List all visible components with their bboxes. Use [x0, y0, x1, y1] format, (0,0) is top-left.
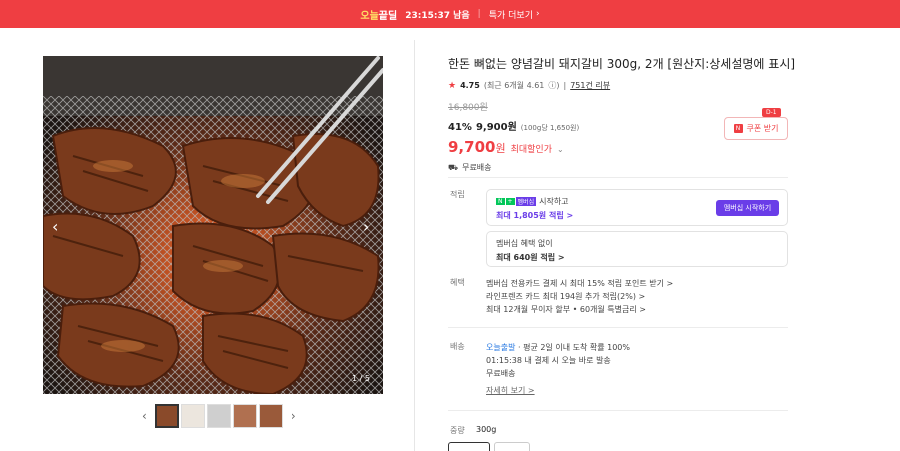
thumbnail-5[interactable] — [258, 404, 283, 428]
divider: | — [477, 9, 481, 19]
weight-section-label: 중량 — [450, 426, 465, 435]
image-counter: 1 / 5 — [352, 374, 370, 383]
selected-weight: 300g — [476, 425, 497, 434]
benefit-item[interactable]: 라인프렌즈 카드 최대 194원 추가 적립(2%) > — [486, 290, 673, 303]
membership-badge: 멤버십 — [515, 197, 537, 206]
points-section-label: 적립 — [450, 190, 465, 199]
coupon-button[interactable]: N 쿠폰 받기 — [724, 117, 788, 140]
delivery-info: 오늘출발 · 평균 2일 이내 도착 확률 100% 01:15:38 내 결제… — [486, 341, 630, 397]
review-count-link[interactable]: 751건 리뷰 — [570, 80, 610, 91]
thumbnail-prev-arrow[interactable]: ‹ — [142, 409, 147, 423]
final-price-row: 9,700원 최대할인가 ⌄ — [448, 138, 788, 156]
chevron-right-icon: › — [535, 9, 540, 19]
divider: | — [563, 81, 567, 90]
rating-score: 4.75 — [460, 81, 480, 90]
delivery-line-3: 무료배송 — [486, 369, 516, 378]
npay-plus-logo: N + 멤버십 — [496, 197, 537, 206]
section-divider — [448, 410, 788, 411]
membership-start-row: N + 멤버십 시작하고 — [496, 196, 569, 207]
non-member-points-box: 멤버십 혜택 없이 최대 640원 적립 > — [486, 231, 788, 267]
final-price: 9,700 — [448, 138, 496, 156]
weight-option-selected[interactable] — [448, 442, 490, 451]
section-divider — [448, 327, 788, 328]
deal-suffix: 끝딜 — [378, 10, 398, 22]
thumbnail-next-arrow[interactable]: › — [291, 409, 296, 423]
thumbnail-1[interactable] — [154, 404, 179, 428]
delivery-probability: · 평균 2일 이내 도착 확률 100% — [515, 343, 630, 352]
rating-row: ★ 4.75 (최근 6개월 4.61 ⓘ) | 751건 리뷰 — [448, 80, 788, 91]
coupon-label: 쿠폰 받기 — [746, 124, 779, 133]
plus-sign: + — [505, 198, 515, 205]
image-prev-arrow[interactable]: ‹ — [52, 217, 58, 236]
membership-points-box: N + 멤버십 시작하고 최대 1,805원 적립 > 멤버십 시작하기 — [486, 189, 788, 226]
chevron-down-icon[interactable]: ⌄ — [557, 145, 564, 154]
weight-option[interactable] — [494, 442, 530, 451]
discount-percent: 41% — [448, 122, 472, 133]
truck-icon: ⛟ — [448, 162, 459, 172]
deal-prefix: 오늘 — [360, 10, 379, 22]
thumbnail-4[interactable] — [232, 404, 257, 428]
more-deals-link[interactable]: 특가 더보기 › — [489, 8, 540, 21]
delivery-line-2: 01:15:38 내 결제 시 오늘 바로 발송 — [486, 356, 611, 365]
delivery-section-label: 배송 — [450, 342, 465, 351]
non-member-points-link[interactable]: 최대 640원 적립 > — [496, 252, 565, 263]
info-icon[interactable]: ⓘ) — [548, 80, 559, 91]
final-price-label[interactable]: 최대할인가 — [511, 142, 552, 155]
benefits-section-label: 혜택 — [450, 278, 465, 287]
today-deal-label: 오늘끝딜 — [360, 7, 397, 22]
non-member-text: 멤버십 혜택 없이 — [496, 239, 553, 248]
rating-detail: (최근 6개월 4.61 — [483, 81, 545, 90]
product-title: 한돈 뼈없는 양념갈비 돼지갈비 300g, 2개 [원산지:상세설명에 표시] — [448, 57, 796, 71]
thumbnail-2[interactable] — [180, 404, 205, 428]
column-divider — [414, 40, 415, 451]
delivery-details-link[interactable]: 자세히 보기 > — [486, 384, 630, 397]
more-deals-label: 특가 더보기 — [488, 10, 533, 21]
product-info: 한돈 뼈없는 양념갈비 돼지갈비 300g, 2개 [원산지:상세설명에 표시]… — [448, 55, 796, 173]
star-icon: ★ — [448, 80, 457, 91]
today-dispatch-label: 오늘출발 — [486, 343, 516, 352]
section-divider — [448, 177, 788, 178]
image-next-arrow[interactable]: › — [363, 217, 369, 236]
start-membership-button[interactable]: 멤버십 시작하기 — [716, 200, 779, 216]
benefits-list: 멤버십 전용카드 결제 시 최대 15% 적립 포인트 받기 > 라인프렌즈 카… — [486, 277, 673, 316]
today-deal-bar: 오늘끝딜 23:15:37 남음 | 특가 더보기 › — [0, 0, 900, 28]
delivery-line-1: 오늘출발 · 평균 2일 이내 도착 확률 100% — [486, 341, 630, 354]
discount-price: 9,900원 — [475, 122, 517, 133]
max-points-link[interactable]: 최대 1,805원 적립 > — [496, 210, 573, 221]
unit-price: (100g당 1,650원) — [520, 124, 580, 132]
benefit-item[interactable]: 최대 12개월 무이자 할부 • 60개월 특별금리 > — [486, 303, 673, 316]
final-price-won: 원 — [495, 142, 506, 155]
coupon-badge-icon: N — [733, 124, 743, 133]
membership-start-text: 시작하고 — [539, 197, 569, 206]
grilled-meat-illustration — [43, 56, 383, 394]
shipping-text: 무료배송 — [462, 163, 492, 172]
shipping-row: ⛟ 무료배송 — [448, 162, 788, 173]
coupon-dday-badge: D-1 — [762, 108, 781, 117]
original-price: 16,800원 — [448, 100, 788, 113]
thumbnail-strip: ‹ › — [136, 404, 302, 428]
npay-n-badge: N — [496, 198, 505, 205]
thumbnail-3[interactable] — [206, 404, 231, 428]
product-main-image[interactable] — [43, 56, 383, 394]
final-price-group: 9,700원 — [448, 138, 506, 156]
deal-timer: 23:15:37 남음 — [405, 10, 470, 21]
original-price-value: 16,800원 — [448, 103, 488, 113]
benefit-item[interactable]: 멤버십 전용카드 결제 시 최대 15% 적립 포인트 받기 > — [486, 277, 673, 290]
